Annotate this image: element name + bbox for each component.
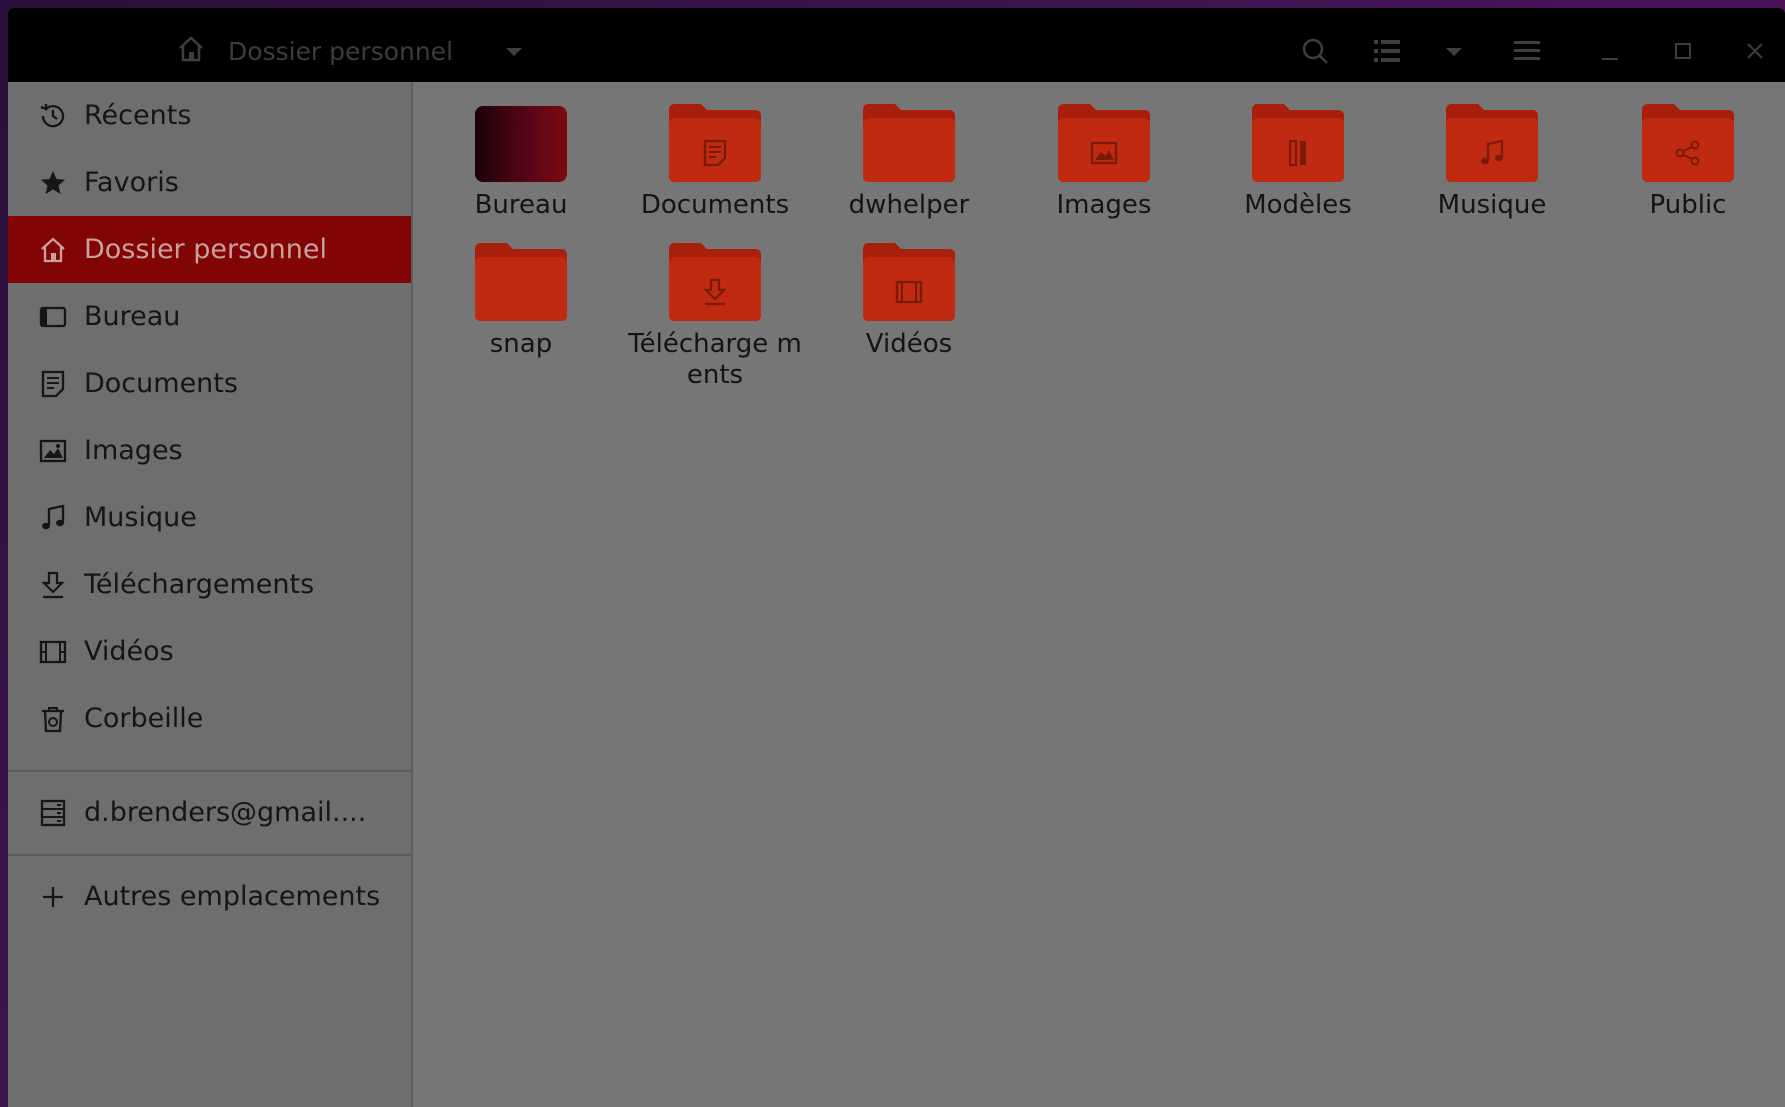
chevron-down-icon[interactable] bbox=[498, 38, 530, 66]
folder-label: Images bbox=[1056, 190, 1152, 220]
desktop-folder-icon bbox=[473, 102, 569, 184]
sidebar-item-label: d.brenders@gmail.... bbox=[84, 797, 367, 828]
download-icon bbox=[36, 568, 70, 602]
sidebar-item-label: Musique bbox=[84, 502, 197, 533]
folder-icon bbox=[473, 241, 569, 323]
folder-label: Bureau bbox=[474, 190, 568, 220]
file-view[interactable]: Bureau Documents dwhelper Images Modèles… bbox=[413, 82, 1785, 1107]
search-icon[interactable] bbox=[1298, 34, 1332, 68]
clock-icon bbox=[36, 99, 70, 133]
document-icon bbox=[36, 367, 70, 401]
folder-icon bbox=[1250, 102, 1346, 184]
list-view-icon[interactable] bbox=[1370, 34, 1404, 68]
server-icon bbox=[36, 796, 70, 830]
folder-icon bbox=[667, 241, 763, 323]
trash-icon bbox=[36, 702, 70, 736]
sidebar-divider bbox=[8, 770, 411, 772]
folder-icon bbox=[1640, 102, 1736, 184]
sidebar-item-label: Corbeille bbox=[84, 703, 204, 734]
music-icon bbox=[36, 501, 70, 535]
folder-icon bbox=[667, 102, 763, 184]
folder-item-documents[interactable]: Documents bbox=[627, 102, 803, 221]
film-icon bbox=[36, 635, 70, 669]
sidebar-item-images[interactable]: Images bbox=[8, 417, 411, 484]
folder-label: Musique bbox=[1437, 190, 1547, 220]
sidebar-item-label: Téléchargements bbox=[84, 569, 315, 600]
folder-label: Documents bbox=[640, 190, 790, 220]
music-icon bbox=[1444, 122, 1540, 184]
sidebar-item-account[interactable]: d.brenders@gmail.... bbox=[8, 779, 411, 846]
folder-icon bbox=[861, 241, 957, 323]
sidebar-item-corbeille[interactable]: Corbeille bbox=[8, 685, 411, 752]
sidebar-item-videos[interactable]: Vidéos bbox=[8, 618, 411, 685]
plus-icon bbox=[36, 880, 70, 914]
sidebar-item-label: Autres emplacements bbox=[84, 881, 381, 912]
close-icon[interactable] bbox=[1738, 34, 1772, 68]
folder-label: Public bbox=[1649, 190, 1727, 220]
template-icon bbox=[1250, 122, 1346, 184]
sidebar-item-label: Documents bbox=[84, 368, 238, 399]
sidebar-item-label: Récents bbox=[84, 100, 192, 131]
folder-item-public[interactable]: Public bbox=[1600, 102, 1776, 221]
sidebar-item-favoris[interactable]: Favoris bbox=[8, 149, 411, 216]
folder-item-dwhelper[interactable]: dwhelper bbox=[821, 102, 997, 221]
document-icon bbox=[667, 122, 763, 184]
path-bar-title[interactable]: Dossier personnel bbox=[228, 34, 453, 68]
folder-item-musique[interactable]: Musique bbox=[1404, 102, 1580, 221]
download-icon bbox=[667, 261, 763, 323]
home-icon[interactable] bbox=[174, 32, 208, 66]
folder-label: Modèles bbox=[1244, 190, 1352, 220]
folder-item-modeles[interactable]: Modèles bbox=[1210, 102, 1386, 221]
sidebar-item-label: Dossier personnel bbox=[84, 234, 328, 265]
maximize-icon[interactable] bbox=[1666, 34, 1700, 68]
folder-icon bbox=[1444, 102, 1540, 184]
minimize-icon[interactable] bbox=[1593, 34, 1627, 68]
folder-label: Vidéos bbox=[865, 329, 953, 359]
folder-item-telechargements[interactable]: Télécharge ments bbox=[627, 241, 803, 391]
sidebar-divider bbox=[8, 854, 411, 856]
star-icon bbox=[36, 166, 70, 200]
sidebar-item-label: Images bbox=[84, 435, 183, 466]
sidebar-item-label: Vidéos bbox=[84, 636, 174, 667]
desktop-icon bbox=[36, 300, 70, 334]
sidebar-item-telechargements[interactable]: Téléchargements bbox=[8, 551, 411, 618]
sidebar-item-documents[interactable]: Documents bbox=[8, 350, 411, 417]
image-icon bbox=[36, 434, 70, 468]
sidebar-item-label: Bureau bbox=[84, 301, 181, 332]
sidebar-item-label: Favoris bbox=[84, 167, 179, 198]
film-icon bbox=[861, 261, 957, 323]
folder-icon bbox=[861, 102, 957, 184]
folder-item-videos[interactable]: Vidéos bbox=[821, 241, 997, 360]
share-icon bbox=[1640, 122, 1736, 184]
sidebar: Récents Favoris Dossier personnel Bureau… bbox=[8, 82, 413, 1107]
folder-item-snap[interactable]: snap bbox=[433, 241, 609, 360]
sidebar-item-bureau[interactable]: Bureau bbox=[8, 283, 411, 350]
hamburger-menu-icon[interactable] bbox=[1510, 34, 1544, 68]
view-options-chevron-icon[interactable] bbox=[1438, 38, 1470, 66]
folder-label: dwhelper bbox=[848, 190, 970, 220]
header-bar: Dossier personnel bbox=[8, 8, 1785, 82]
folder-item-bureau[interactable]: Bureau bbox=[433, 102, 609, 221]
folder-icon bbox=[1056, 102, 1152, 184]
folder-label: snap bbox=[489, 329, 553, 359]
image-icon bbox=[1056, 122, 1152, 184]
sidebar-item-dossier-personnel[interactable]: Dossier personnel bbox=[8, 216, 411, 283]
folder-label: Télécharge ments bbox=[628, 329, 802, 390]
sidebar-item-recents[interactable]: Récents bbox=[8, 82, 411, 149]
sidebar-item-musique[interactable]: Musique bbox=[8, 484, 411, 551]
home-icon bbox=[36, 233, 70, 267]
folder-item-images[interactable]: Images bbox=[1016, 102, 1192, 221]
sidebar-item-autres-emplacements[interactable]: Autres emplacements bbox=[8, 863, 411, 930]
file-manager-window: Dossier personnel Récents Favoris Dossie… bbox=[8, 8, 1785, 1107]
